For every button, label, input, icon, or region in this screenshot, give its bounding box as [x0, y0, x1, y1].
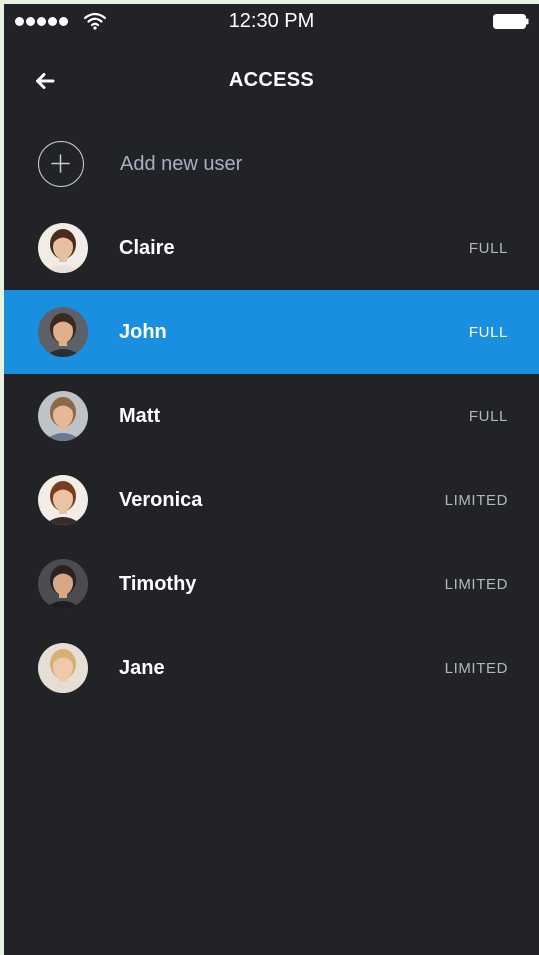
user-name: Timothy — [119, 572, 197, 595]
user-row[interactable]: Timothy LIMITED — [4, 542, 539, 626]
access-level: LIMITED — [444, 491, 508, 509]
add-user-button[interactable] — [38, 141, 84, 187]
user-name: Claire — [119, 236, 175, 259]
user-row[interactable]: Matt FULL — [4, 374, 539, 458]
access-level: LIMITED — [444, 575, 508, 593]
battery-icon — [493, 14, 529, 29]
user-name: Jane — [119, 656, 165, 679]
access-level: FULL — [468, 407, 508, 425]
avatar — [38, 475, 88, 525]
phone-screen: 12:30 PM ACCESS Add new user Claire FULL J… — [4, 4, 539, 955]
avatar — [38, 307, 88, 357]
add-user-label: Add new user — [120, 152, 243, 175]
user-row[interactable]: John FULL — [4, 290, 539, 374]
avatar — [38, 223, 88, 273]
access-level: LIMITED — [444, 659, 508, 677]
user-row[interactable]: Jane LIMITED — [4, 626, 539, 710]
avatar — [38, 391, 88, 441]
status-bar: 12:30 PM — [4, 4, 539, 40]
access-level: FULL — [468, 323, 508, 341]
user-name: Matt — [119, 404, 161, 427]
user-row[interactable]: Claire FULL — [4, 206, 539, 290]
plus-icon — [51, 154, 70, 173]
access-level: FULL — [468, 239, 508, 257]
avatar — [38, 559, 88, 609]
user-name: Veronica — [119, 488, 203, 511]
user-list: Add new user Claire FULL John FULL Matt FULL V… — [4, 122, 539, 710]
add-user-row[interactable]: Add new user — [4, 122, 539, 206]
status-time: 12:30 PM — [228, 10, 315, 32]
user-name: John — [119, 320, 167, 343]
user-row[interactable]: Veronica LIMITED — [4, 458, 539, 542]
avatar — [38, 643, 88, 693]
page-title: ACCESS — [228, 69, 315, 91]
